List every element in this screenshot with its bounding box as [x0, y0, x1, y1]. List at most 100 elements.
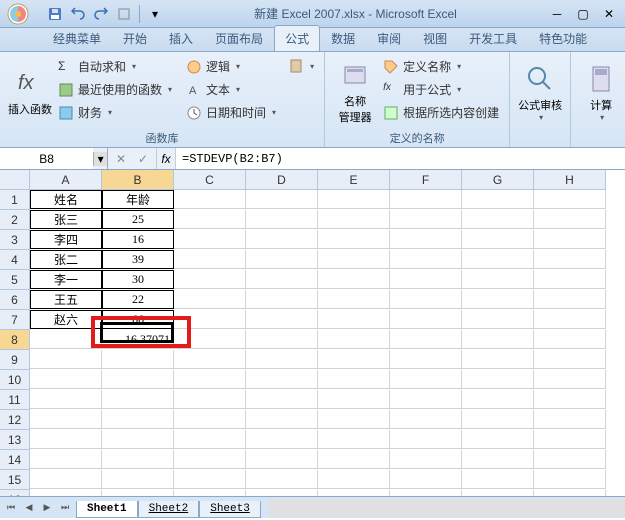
- tab-dev[interactable]: 开发工具: [458, 25, 528, 51]
- close-button[interactable]: ✕: [597, 5, 621, 23]
- cell[interactable]: [246, 330, 318, 349]
- cell[interactable]: [246, 390, 318, 409]
- cell-B4[interactable]: 39: [102, 250, 174, 269]
- cell[interactable]: [174, 390, 246, 409]
- cell-A5[interactable]: 李一: [30, 270, 102, 289]
- more-functions-button[interactable]: ▾: [284, 56, 318, 76]
- cell[interactable]: [390, 250, 462, 269]
- cell-B5[interactable]: 30: [102, 270, 174, 289]
- row-header-15[interactable]: 15: [0, 470, 30, 490]
- sheet-last-icon[interactable]: ⏭: [56, 499, 74, 517]
- cell[interactable]: [534, 370, 606, 389]
- undo-icon[interactable]: [67, 3, 89, 25]
- cell[interactable]: [390, 470, 462, 489]
- cell[interactable]: [390, 270, 462, 289]
- row-header-11[interactable]: 11: [0, 390, 30, 410]
- cell-B6[interactable]: 22: [102, 290, 174, 309]
- cell[interactable]: [534, 350, 606, 369]
- cell[interactable]: [390, 350, 462, 369]
- cell[interactable]: [246, 410, 318, 429]
- cell[interactable]: [246, 230, 318, 249]
- tab-view[interactable]: 视图: [412, 25, 458, 51]
- tab-special[interactable]: 特色功能: [528, 25, 598, 51]
- tab-layout[interactable]: 页面布局: [204, 25, 274, 51]
- cell-A3[interactable]: 李四: [30, 230, 102, 249]
- cell[interactable]: [534, 390, 606, 409]
- cell[interactable]: [390, 390, 462, 409]
- cell[interactable]: [462, 390, 534, 409]
- cell[interactable]: [246, 490, 318, 496]
- cell[interactable]: [534, 310, 606, 329]
- minimize-button[interactable]: ─: [545, 5, 569, 23]
- cell[interactable]: [318, 230, 390, 249]
- cell[interactable]: [390, 210, 462, 229]
- tab-classic[interactable]: 经典菜单: [42, 25, 112, 51]
- row-header-6[interactable]: 6: [0, 290, 30, 310]
- cell[interactable]: [390, 290, 462, 309]
- cell[interactable]: [174, 290, 246, 309]
- cell[interactable]: [246, 430, 318, 449]
- cell[interactable]: [174, 430, 246, 449]
- cell[interactable]: [174, 490, 246, 496]
- cell[interactable]: [246, 210, 318, 229]
- col-header-E[interactable]: E: [318, 170, 390, 190]
- tab-data[interactable]: 数据: [320, 25, 366, 51]
- cell[interactable]: [534, 210, 606, 229]
- cell[interactable]: [390, 310, 462, 329]
- sheet-tab-2[interactable]: Sheet2: [138, 501, 200, 518]
- col-header-C[interactable]: C: [174, 170, 246, 190]
- cell[interactable]: [174, 210, 246, 229]
- col-header-H[interactable]: H: [534, 170, 606, 190]
- formula-audit-button[interactable]: 公式审核▾: [516, 56, 564, 128]
- cell[interactable]: [102, 470, 174, 489]
- cell[interactable]: [318, 490, 390, 496]
- row-header-5[interactable]: 5: [0, 270, 30, 290]
- cell[interactable]: [30, 370, 102, 389]
- datetime-button[interactable]: 日期和时间▾: [182, 102, 280, 123]
- sheet-next-icon[interactable]: ▶: [38, 499, 56, 517]
- cancel-icon[interactable]: ✕: [112, 150, 130, 168]
- cell[interactable]: [174, 190, 246, 209]
- cell[interactable]: [318, 330, 390, 349]
- calculation-button[interactable]: 计算▾: [577, 56, 625, 128]
- cell-B7[interactable]: 66: [102, 310, 174, 329]
- text-button[interactable]: A文本▾: [182, 79, 280, 100]
- cell[interactable]: [462, 210, 534, 229]
- save-icon[interactable]: [44, 3, 66, 25]
- cell[interactable]: [102, 490, 174, 496]
- cell[interactable]: [534, 450, 606, 469]
- row-header-8[interactable]: 8: [0, 330, 30, 350]
- cell[interactable]: [534, 430, 606, 449]
- col-header-F[interactable]: F: [390, 170, 462, 190]
- cell[interactable]: [390, 490, 462, 496]
- name-box-dropdown[interactable]: ▾: [93, 152, 107, 166]
- row-header-16[interactable]: 16: [0, 490, 30, 496]
- cell[interactable]: [390, 450, 462, 469]
- cell[interactable]: [102, 350, 174, 369]
- col-header-B[interactable]: B: [102, 170, 174, 190]
- cell[interactable]: [534, 230, 606, 249]
- col-header-G[interactable]: G: [462, 170, 534, 190]
- cell[interactable]: [462, 450, 534, 469]
- cell[interactable]: [174, 450, 246, 469]
- row-header-4[interactable]: 4: [0, 250, 30, 270]
- maximize-button[interactable]: ▢: [571, 5, 595, 23]
- row-header-9[interactable]: 9: [0, 350, 30, 370]
- financial-button[interactable]: 财务▾: [54, 102, 176, 123]
- row-header-7[interactable]: 7: [0, 310, 30, 330]
- cell[interactable]: [30, 410, 102, 429]
- recent-functions-button[interactable]: 最近使用的函数▾: [54, 79, 176, 100]
- cell[interactable]: [174, 310, 246, 329]
- cell-A7[interactable]: 赵六: [30, 310, 102, 329]
- tab-home[interactable]: 开始: [112, 25, 158, 51]
- cell-A4[interactable]: 张二: [30, 250, 102, 269]
- cell[interactable]: [318, 190, 390, 209]
- cell[interactable]: [174, 410, 246, 429]
- row-header-13[interactable]: 13: [0, 430, 30, 450]
- formula-input[interactable]: [176, 148, 625, 169]
- cell[interactable]: [462, 290, 534, 309]
- cell[interactable]: [246, 470, 318, 489]
- cell[interactable]: [462, 430, 534, 449]
- cell[interactable]: [246, 370, 318, 389]
- cell[interactable]: [318, 390, 390, 409]
